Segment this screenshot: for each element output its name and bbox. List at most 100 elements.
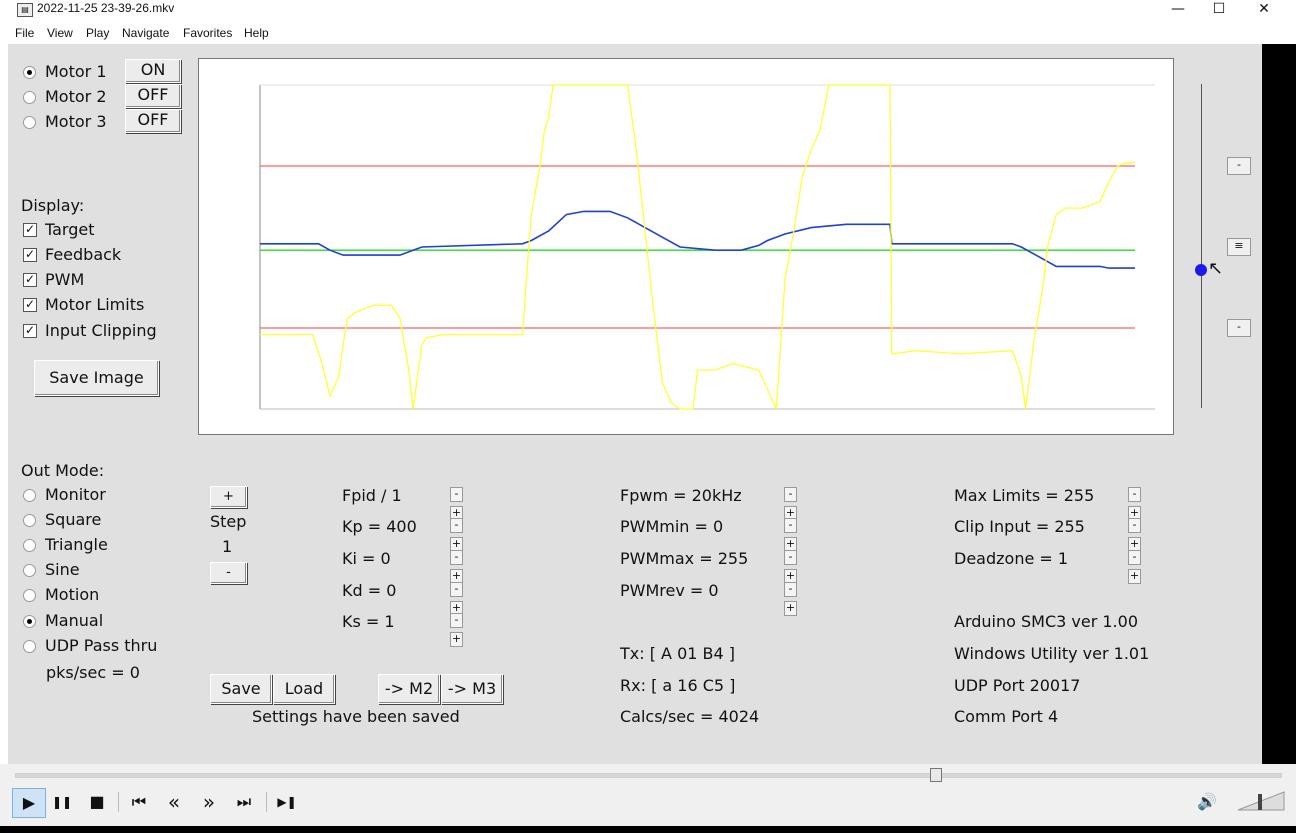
- motor2-toggle-button[interactable]: OFF: [125, 84, 181, 108]
- chart-scale-slider-track[interactable]: [1201, 84, 1202, 408]
- mode-triangle-radio[interactable]: [23, 539, 36, 552]
- mode-sine-radio[interactable]: [23, 564, 36, 577]
- volume-icon[interactable]: 🔊: [1192, 788, 1222, 816]
- kd-stepper[interactable]: -+: [450, 582, 474, 616]
- input-clipping-checkbox[interactable]: ✓: [23, 324, 37, 338]
- kd-minus[interactable]: -: [450, 582, 463, 597]
- stop-icon[interactable]: ■: [82, 788, 112, 816]
- seek-bar[interactable]: [15, 773, 1282, 778]
- motor3-toggle-button[interactable]: OFF: [125, 109, 181, 133]
- mode-square-radio[interactable]: [23, 514, 36, 527]
- fpwm-stepper[interactable]: -+: [784, 487, 808, 521]
- fpid-stepper[interactable]: -+: [450, 487, 474, 521]
- motor-limits-checkbox[interactable]: ✓: [23, 298, 37, 312]
- pwmmin-minus[interactable]: -: [784, 518, 797, 533]
- menu-navigate[interactable]: Navigate: [122, 26, 169, 40]
- target-checkbox[interactable]: ✓: [23, 223, 37, 237]
- comm-port: Comm Port 4: [954, 707, 1059, 726]
- chart-scale-slider-thumb[interactable]: [1195, 264, 1207, 276]
- pwmmax-minus[interactable]: -: [784, 550, 797, 565]
- menu-bar: File View Play Navigate Favorites Help: [0, 24, 1296, 44]
- feedback-checkbox[interactable]: ✓: [23, 248, 37, 262]
- play-icon[interactable]: ▶: [12, 788, 46, 818]
- fpid-minus[interactable]: -: [450, 487, 463, 502]
- pwmrev-minus[interactable]: -: [784, 582, 797, 597]
- pwmrev-plus[interactable]: +: [784, 601, 797, 616]
- max-limits-stepper[interactable]: -+: [1128, 487, 1152, 521]
- kp-stepper[interactable]: -+: [450, 518, 474, 552]
- fpwm-minus[interactable]: -: [784, 487, 797, 502]
- menu-favorites[interactable]: Favorites: [183, 26, 232, 40]
- minimize-button[interactable]: —: [1160, 0, 1196, 20]
- pwmrev-stepper[interactable]: -+: [784, 582, 808, 616]
- previous-icon[interactable]: ⏮: [124, 788, 154, 816]
- kp-minus[interactable]: -: [450, 518, 463, 533]
- deadzone-plus[interactable]: +: [1128, 569, 1141, 584]
- scale-minus-button-bottom[interactable]: -: [1227, 319, 1251, 337]
- ks-minus[interactable]: -: [450, 613, 463, 628]
- mode-udp-label: UDP Pass thru: [45, 636, 158, 655]
- clip-input-stepper[interactable]: -+: [1128, 518, 1152, 552]
- menu-help[interactable]: Help: [244, 26, 269, 40]
- ki-stepper[interactable]: -+: [450, 550, 474, 584]
- ki-label: Ki = 0: [342, 549, 391, 568]
- mode-monitor-radio[interactable]: [23, 489, 36, 502]
- menu-file[interactable]: File: [15, 26, 34, 40]
- volume-slider[interactable]: [1236, 790, 1286, 812]
- feedback-label: Feedback: [45, 245, 122, 264]
- chart-area: [198, 58, 1174, 435]
- volume-slider-thumb[interactable]: [1258, 794, 1262, 810]
- menu-play[interactable]: Play: [86, 26, 109, 40]
- fast-forward-icon[interactable]: »: [194, 788, 224, 816]
- seek-thumb[interactable]: [929, 768, 942, 782]
- motor1-toggle-button[interactable]: ON: [125, 59, 181, 83]
- load-button[interactable]: Load: [273, 674, 335, 704]
- motor3-radio[interactable]: [23, 116, 36, 129]
- copy-to-m3-button[interactable]: -> M3: [441, 674, 503, 704]
- pause-icon[interactable]: ❚❚: [47, 788, 77, 816]
- scale-reset-button[interactable]: ≡: [1227, 238, 1251, 256]
- pwmmin-label: PWMmin = 0: [620, 517, 724, 536]
- pwm-label: PWM: [45, 270, 85, 289]
- deadzone-minus[interactable]: -: [1128, 550, 1141, 565]
- next-icon[interactable]: ⏭: [229, 788, 259, 816]
- ks-plus[interactable]: +: [450, 632, 463, 647]
- pwmmax-label: PWMmax = 255: [620, 549, 749, 568]
- motor2-radio[interactable]: [23, 91, 36, 104]
- ki-minus[interactable]: -: [450, 550, 463, 565]
- motor2-label: Motor 2: [45, 87, 107, 106]
- rewind-icon[interactable]: «: [159, 788, 189, 816]
- mode-monitor-label: Monitor: [45, 485, 106, 504]
- packets-per-sec: pks/sec = 0: [46, 663, 140, 682]
- target-label: Target: [45, 220, 95, 239]
- max-limits-label: Max Limits = 255: [954, 486, 1095, 505]
- window-title: 2022-11-25 23-39-26.mkv: [37, 1, 175, 15]
- mode-motion-radio[interactable]: [23, 589, 36, 602]
- close-button[interactable]: ✕: [1246, 0, 1282, 20]
- deadzone-stepper[interactable]: -+: [1128, 550, 1152, 584]
- menu-view[interactable]: View: [47, 26, 73, 40]
- save-button[interactable]: Save: [210, 674, 272, 704]
- mode-manual-radio[interactable]: [23, 615, 36, 628]
- pwmmin-stepper[interactable]: -+: [784, 518, 808, 552]
- motor3-label: Motor 3: [45, 112, 107, 131]
- copy-to-m2-button[interactable]: -> M2: [378, 674, 440, 704]
- max-limits-minus[interactable]: -: [1128, 487, 1141, 502]
- frame-step-icon[interactable]: ▶❚: [272, 788, 302, 816]
- mode-udp-radio[interactable]: [23, 640, 36, 653]
- step-minus-button[interactable]: -: [210, 562, 247, 584]
- step-plus-button[interactable]: +: [210, 486, 247, 508]
- clip-input-minus[interactable]: -: [1128, 518, 1141, 533]
- save-image-button[interactable]: Save Image: [34, 360, 159, 396]
- pwm-checkbox[interactable]: ✓: [23, 273, 37, 287]
- status-message: Settings have been saved: [252, 707, 460, 726]
- mode-square-label: Square: [45, 510, 102, 529]
- scale-minus-button-top[interactable]: -: [1227, 157, 1251, 175]
- divider: [118, 792, 119, 812]
- motor1-radio[interactable]: [23, 66, 36, 79]
- ks-stepper[interactable]: -+: [450, 613, 474, 647]
- pwmmax-stepper[interactable]: -+: [784, 550, 808, 584]
- pwmrev-label: PWMrev = 0: [620, 581, 719, 600]
- maximize-button[interactable]: ☐: [1201, 0, 1237, 20]
- letterbox-bar: [1262, 44, 1296, 764]
